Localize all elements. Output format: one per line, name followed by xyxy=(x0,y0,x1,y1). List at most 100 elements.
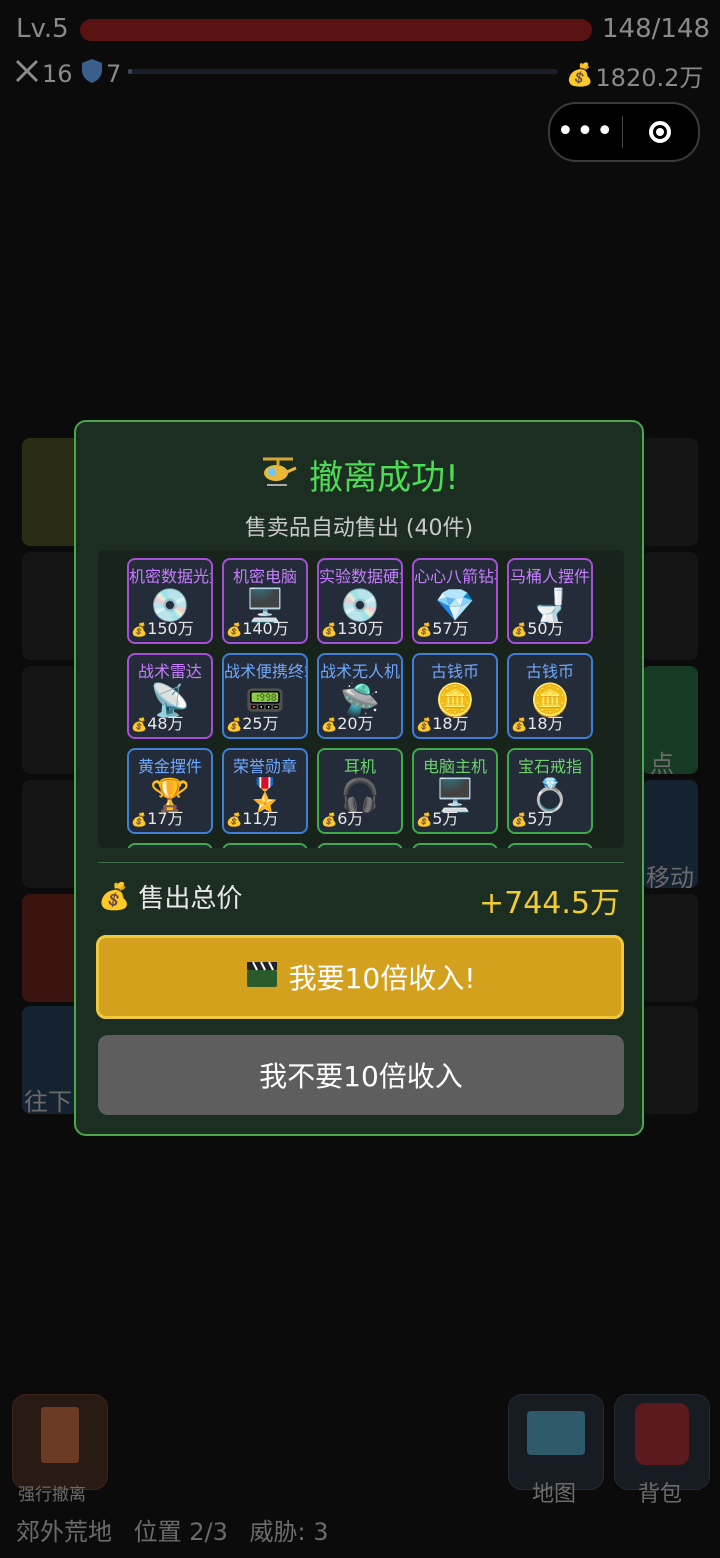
sold-items-grid[interactable]: 机密数据光盘💿💰150万机密电脑🖥️💰140万实验数据硬盘💿💰130万心心八箭钻… xyxy=(98,550,624,848)
sold-item[interactable]: 战术便携终端📟💰25万 xyxy=(222,653,308,739)
item-price: 💰17万 xyxy=(131,805,184,829)
move-cell[interactable]: 移动 xyxy=(642,780,698,892)
item-price-value: 18万 xyxy=(527,714,564,733)
sold-item[interactable]: 电脑主机 🖥️ 💰5万 xyxy=(412,748,498,834)
total-price-value: +744.5万 xyxy=(478,886,620,921)
ten-times-label: 我要10倍收入! xyxy=(288,962,476,995)
status-line: 郊外荒地 位置 2/3 威胁: 3 xyxy=(16,1512,329,1547)
item-price-value: 140万 xyxy=(242,619,289,638)
move-down-label: 往下 xyxy=(24,1088,72,1116)
map-cell xyxy=(642,438,698,546)
sold-item[interactable]: 机密数据光盘💿💰150万 xyxy=(127,558,213,644)
xp-bar xyxy=(128,69,558,74)
sold-item[interactable]: 宝石戒指 💍 💰5万 xyxy=(507,748,593,834)
backpack-icon xyxy=(635,1403,689,1465)
level-label: Lv.5 xyxy=(16,14,69,44)
backpack-label: 背包 xyxy=(638,1482,683,1507)
money-bag-icon: 💰 xyxy=(131,623,148,638)
money-bag-icon: 💰 xyxy=(131,718,148,733)
item-price: 💰150万 xyxy=(131,615,194,639)
sold-item-partial[interactable] xyxy=(412,843,498,848)
sold-item[interactable]: 黄金摆件 🏆 💰17万 xyxy=(127,748,213,834)
money-bag-icon: 💰 xyxy=(566,63,594,88)
gold-stat: 💰 1820.2万 xyxy=(566,58,703,93)
item-name: 战术雷达 xyxy=(137,662,202,681)
money-bag-icon: 💰 xyxy=(226,718,243,733)
sold-item-partial[interactable] xyxy=(317,843,403,848)
shield-icon xyxy=(80,58,104,90)
item-name: 古钱币 xyxy=(525,662,574,681)
money-bag-icon: 💰 xyxy=(226,623,243,638)
money-bag-icon: 💰 xyxy=(98,881,131,912)
item-price-value: 48万 xyxy=(147,714,184,733)
item-price-value: 11万 xyxy=(242,809,279,828)
item-price: 💰11万 xyxy=(226,805,279,829)
money-bag-icon: 💰 xyxy=(226,813,243,828)
item-name: 耳机 xyxy=(343,757,376,776)
map-icon xyxy=(527,1411,585,1455)
area-name: 郊外荒地 xyxy=(16,1518,112,1546)
item-name: 古钱币 xyxy=(430,662,479,681)
item-price: 💰57万 xyxy=(416,615,469,639)
money-bag-icon: 💰 xyxy=(511,813,528,828)
map-cell xyxy=(642,1006,698,1114)
item-price: 💰25万 xyxy=(226,710,279,734)
total-price-label: 💰 售出总价 xyxy=(98,878,242,915)
item-price-value: 18万 xyxy=(432,714,469,733)
sold-item[interactable]: 机密电脑 🖥️ 💰140万 xyxy=(222,558,308,644)
clapperboard-icon xyxy=(245,959,279,996)
sold-item[interactable]: 古钱币 🪙 💰18万 xyxy=(412,653,498,739)
more-dots-icon[interactable]: ••• xyxy=(550,104,622,160)
money-bag-icon: 💰 xyxy=(321,623,338,638)
record-circle-icon[interactable] xyxy=(623,121,697,143)
item-price: 💰48万 xyxy=(131,710,184,734)
xp-fill xyxy=(128,69,133,74)
item-name: 实验数据硬盘 xyxy=(319,567,401,586)
sold-item-partial[interactable] xyxy=(127,843,213,848)
item-price-value: 17万 xyxy=(147,809,184,828)
defense-value: 7 xyxy=(106,60,122,88)
item-price: 💰18万 xyxy=(416,710,469,734)
sold-item-partial[interactable] xyxy=(507,843,593,848)
move-label: 移动 xyxy=(646,864,694,892)
sold-item[interactable]: 马桶人摆件 🚽 💰50万 xyxy=(507,558,593,644)
decline-ten-times-button[interactable]: 我不要10倍收入 xyxy=(98,1035,624,1115)
item-price: 💰50万 xyxy=(511,615,564,639)
sold-item[interactable]: 实验数据硬盘💿💰130万 xyxy=(317,558,403,644)
item-price: 💰18万 xyxy=(511,710,564,734)
item-name: 宝石戒指 xyxy=(517,757,582,776)
ten-times-income-button[interactable]: 我要10倍收入! xyxy=(96,935,624,1019)
sold-item[interactable]: 耳机 🎧 💰6万 xyxy=(317,748,403,834)
item-price-value: 20万 xyxy=(337,714,374,733)
item-price-value: 50万 xyxy=(527,619,564,638)
money-bag-icon: 💰 xyxy=(511,623,528,638)
item-price: 💰20万 xyxy=(321,710,374,734)
item-name: 马桶人摆件 xyxy=(509,567,590,586)
money-bag-icon: 💰 xyxy=(131,813,148,828)
attack-stat: 16 xyxy=(14,58,73,90)
extract-point-cell[interactable]: 点 xyxy=(642,666,698,778)
defense-stat: 7 xyxy=(80,58,121,90)
swords-icon xyxy=(14,58,40,90)
threat-indicator: 威胁: 3 xyxy=(249,1518,329,1546)
money-bag-icon: 💰 xyxy=(416,718,433,733)
hp-fill xyxy=(80,19,592,41)
item-name: 战术便携终端 xyxy=(224,662,306,681)
item-price-value: 150万 xyxy=(147,619,194,638)
hp-bar xyxy=(80,19,592,41)
item-price-value: 5万 xyxy=(432,809,459,828)
item-price-value: 57万 xyxy=(432,619,469,638)
item-price-value: 6万 xyxy=(337,809,364,828)
sold-item[interactable]: 心心八箭钻石💎💰57万 xyxy=(412,558,498,644)
money-bag-icon: 💰 xyxy=(511,718,528,733)
item-name: 电脑主机 xyxy=(422,757,487,776)
item-price-value: 25万 xyxy=(242,714,279,733)
sold-item[interactable]: 古钱币 🪙 💰18万 xyxy=(507,653,593,739)
sold-item[interactable]: 战术雷达 📡 💰48万 xyxy=(127,653,213,739)
sold-item[interactable]: 荣誉勋章 🎖️ 💰11万 xyxy=(222,748,308,834)
force-evacuate-button[interactable] xyxy=(12,1394,108,1490)
evacuation-success-dialog: 撤离成功! 售卖品自动售出 (40件) 机密数据光盘💿💰150万机密电脑🖥️💰1… xyxy=(74,420,644,1136)
item-price: 💰5万 xyxy=(511,805,553,829)
sold-item[interactable]: 战术无人机 🛸 💰20万 xyxy=(317,653,403,739)
sold-item-partial[interactable] xyxy=(222,843,308,848)
